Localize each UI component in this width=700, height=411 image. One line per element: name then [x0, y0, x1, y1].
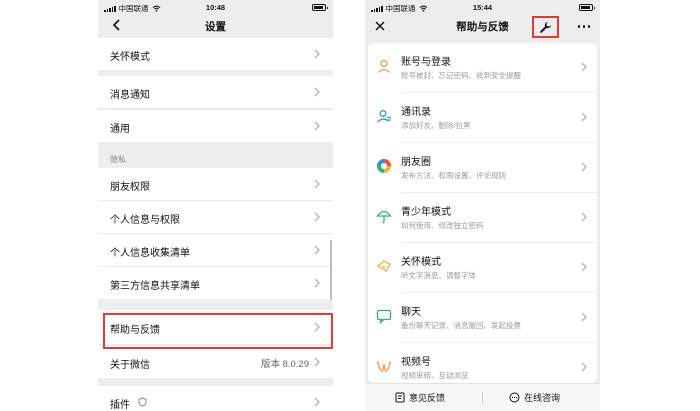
settings-item-care-mode[interactable]: 关怀模式 [98, 38, 333, 70]
battery-icon [312, 4, 328, 11]
chevron-right-icon [581, 62, 587, 72]
settings-item-friend-permissions[interactable]: 朋友权限 [98, 168, 333, 200]
channels-icon [376, 360, 392, 372]
chevron-right-icon [314, 179, 320, 189]
help-item[interactable]: 朋友圈 发布方法、权限设置、评论规则 [368, 143, 597, 193]
chevron-right-icon [314, 245, 320, 255]
page-title: 设置 [205, 21, 226, 33]
moments-icon [376, 158, 392, 174]
help-topics-list: 账号与登录 账号被封、忘记密码、收到安全提醒 通讯录 添加好友、删除/拉黑 朋友… [368, 43, 597, 383]
status-bar: 中国联通 15:44 [365, 0, 600, 15]
help-item[interactable]: 账号与登录 账号被封、忘记密码、收到安全提醒 [368, 43, 597, 93]
chevron-right-icon [314, 278, 320, 288]
chat-icon [376, 309, 392, 324]
chevron-right-icon [314, 87, 320, 97]
settings-item-info-collection-list[interactable]: 个人信息收集清单 [98, 234, 333, 266]
settings-screen: 中国联通 10:48 设置 关怀模式 消息通知 通用 隐私 朋友权限 个人信息与… [98, 0, 333, 411]
help-item[interactable]: 青少年模式 如何使用、修改独立密码 [368, 193, 597, 243]
contacts-icon [377, 110, 391, 123]
settings-item-about[interactable]: 关于微信 版本 8.0.29 [98, 346, 333, 378]
section-label-privacy: 隐私 [110, 155, 126, 164]
battery-icon [579, 4, 595, 11]
chevron-right-icon [581, 212, 587, 222]
status-bar: 中国联通 10:48 [98, 0, 333, 15]
divider [482, 392, 483, 404]
tool-button[interactable] [532, 16, 559, 38]
chat-bubble-icon [509, 392, 520, 403]
chevron-right-icon [581, 162, 587, 172]
chevron-right-icon [314, 121, 320, 131]
more-icon[interactable] [577, 25, 590, 28]
help-item[interactable]: 视频号 视频审核、互动浏览 [368, 343, 597, 383]
help-feedback-screen: 中国联通 15:44 帮助与反馈 账号与登录 账号被封、忘记密码、收到安全提醒 … [365, 0, 600, 411]
chevron-right-icon [581, 312, 587, 322]
settings-item-third-party-list[interactable]: 第三方信息共享清单 [98, 267, 333, 299]
nav-bar: 帮助与反馈 [365, 15, 600, 38]
nav-bar: 设置 [98, 15, 333, 37]
settings-item-general[interactable]: 通用 [98, 110, 333, 142]
settings-item-plugins[interactable]: 插件 [98, 386, 333, 411]
chevron-right-icon [581, 262, 587, 272]
chevron-right-icon [314, 357, 320, 367]
care-icon [376, 260, 391, 272]
help-item[interactable]: 聊天 备份聊天记录、消息撤回、发起投票 [368, 293, 597, 343]
umbrella-icon [376, 210, 392, 224]
clock: 10:48 [205, 3, 226, 12]
person-icon [378, 59, 390, 73]
chevron-right-icon [581, 112, 587, 122]
settings-item-personal-info[interactable]: 个人信息与权限 [98, 201, 333, 233]
settings-item-notifications[interactable]: 消息通知 [98, 76, 333, 108]
wrench-icon [540, 21, 551, 33]
help-item[interactable]: 通讯录 添加好友、删除/拉黑 [368, 93, 597, 143]
chevron-right-icon [314, 397, 320, 407]
highlight-box [103, 313, 333, 349]
page-title: 帮助与反馈 [456, 21, 509, 33]
online-consult-button[interactable]: 在线咨询 [509, 391, 560, 404]
help-item[interactable]: 关怀模式 听文字消息、调整字体 [368, 243, 597, 293]
chevron-right-icon [314, 212, 320, 222]
document-icon [395, 392, 405, 403]
feedback-button[interactable]: 意见反馈 [395, 391, 445, 404]
shield-icon [138, 397, 147, 407]
version-label: 版本 8.0.29 [260, 359, 309, 370]
bottom-bar: 意见反馈 在线咨询 [365, 383, 600, 411]
chevron-right-icon [314, 49, 320, 59]
clock: 15:44 [472, 3, 493, 12]
chevron-right-icon [581, 362, 587, 372]
scrollbar[interactable] [330, 240, 332, 300]
